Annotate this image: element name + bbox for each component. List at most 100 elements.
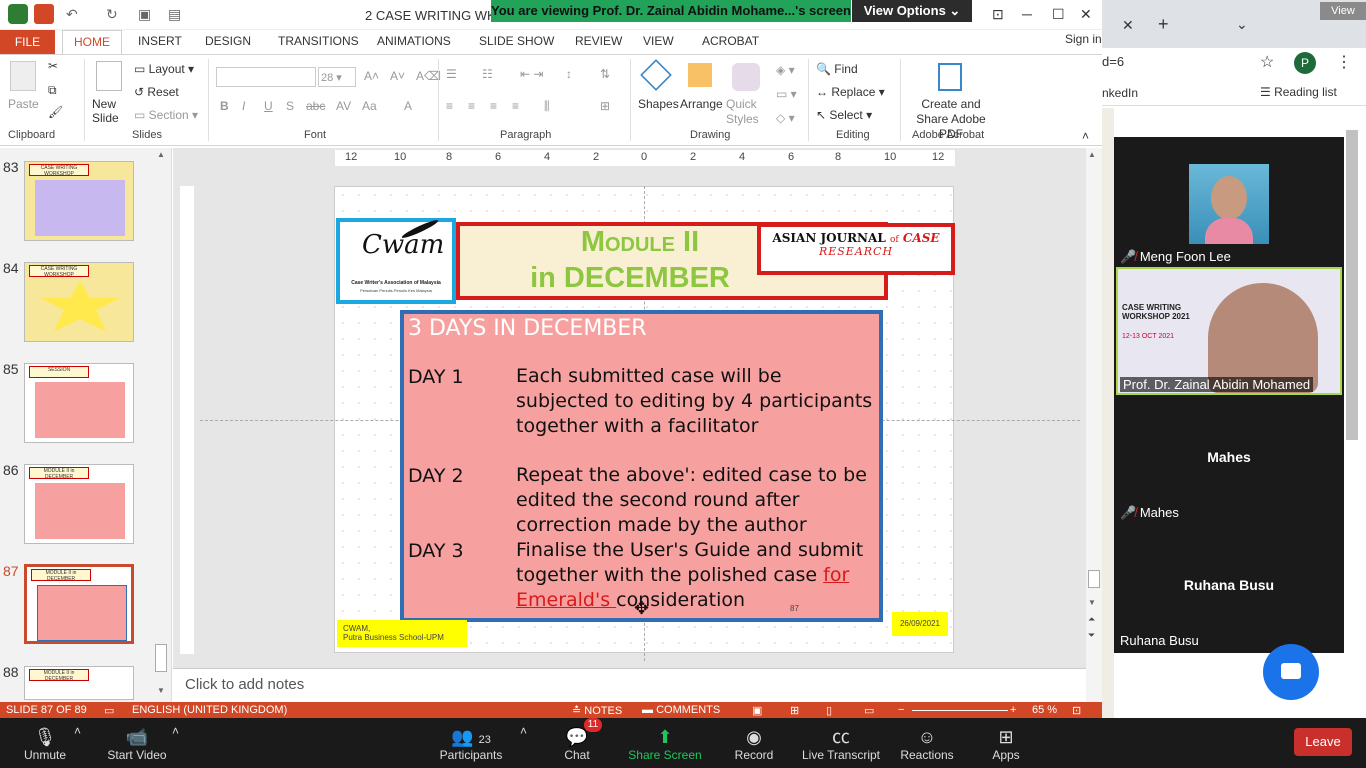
scroll-up-icon[interactable]: ▲ <box>155 150 167 162</box>
minimize-icon[interactable]: ─ <box>1022 6 1032 22</box>
menu-icon[interactable]: ⋮ <box>1336 52 1352 72</box>
language-status[interactable]: ENGLISH (UNITED KINGDOM) <box>132 704 287 716</box>
close-icon[interactable]: ✕ <box>1080 6 1092 23</box>
replace-button[interactable]: ↔ Replace ▾ <box>816 85 885 99</box>
shield-app-icon[interactable] <box>8 4 28 24</box>
scroll-down-icon[interactable]: ▼ <box>155 686 167 698</box>
find-button[interactable]: 🔍 Find <box>816 62 858 76</box>
tab-design[interactable]: DESIGN <box>205 34 251 48</box>
numbering-icon[interactable]: ☷ <box>482 67 493 81</box>
reading-list-button[interactable]: ☰ Reading list <box>1260 85 1337 99</box>
grow-font-icon[interactable]: A˄ <box>364 69 379 83</box>
address-bar[interactable]: d=6 ☆ P ⋮ <box>1102 48 1366 78</box>
bullets-icon[interactable]: ☰ <box>446 67 457 81</box>
shape-fill-icon[interactable]: ◈ ▾ <box>776 63 795 77</box>
scroll-down-icon[interactable]: ▼ <box>1088 598 1096 607</box>
chat-bubble-button[interactable] <box>1263 644 1319 700</box>
tab-insert[interactable]: INSERT <box>138 34 182 48</box>
sign-in-link[interactable]: Sign in <box>1065 32 1102 46</box>
shrink-font-icon[interactable]: A˅ <box>390 69 405 83</box>
tab-view[interactable]: VIEW <box>643 34 674 48</box>
reactions-button[interactable]: ☺ Reactions <box>882 726 972 762</box>
close-tab-icon[interactable]: ✕ <box>1122 17 1134 34</box>
arrange-button[interactable]: Arrange <box>680 97 723 111</box>
customize-icon[interactable]: ▤ <box>168 6 181 23</box>
reset-button[interactable]: ↺ Reset <box>134 85 179 99</box>
change-case-icon[interactable]: Aa <box>362 99 377 113</box>
strikethrough-icon[interactable]: abc <box>306 99 325 113</box>
shapes-button[interactable]: Shapes <box>638 97 679 111</box>
slide-sorter-icon[interactable]: ⊞ <box>790 704 799 717</box>
tab-slide-show[interactable]: SLIDE SHOW <box>479 34 554 48</box>
cut-icon[interactable]: ✂ <box>48 59 58 73</box>
indent-icon[interactable]: ⇤ ⇥ <box>520 67 543 81</box>
slide-thumbnail-87[interactable]: MODULE II in DECEMBER <box>24 564 134 644</box>
new-slide-button[interactable]: New Slide <box>92 97 132 125</box>
format-painter-icon[interactable]: 🖌 <box>48 105 63 119</box>
tab-review[interactable]: REVIEW <box>575 34 622 48</box>
shape-outline-icon[interactable]: ▭ ▾ <box>776 87 797 101</box>
tab-acrobat[interactable]: ACROBAT <box>702 34 759 48</box>
record-button[interactable]: ◉ Record <box>709 726 799 762</box>
slide-thumbnail-88[interactable]: MODULE II in DECEMBER <box>24 666 134 700</box>
scroll-thumb[interactable] <box>155 644 167 672</box>
new-slide-icon[interactable] <box>96 61 122 91</box>
scroll-up-icon[interactable]: ▲ <box>1088 150 1096 159</box>
zoom-slider[interactable] <box>912 710 1008 711</box>
justify-icon[interactable]: ≡ <box>512 99 519 113</box>
ribbon-display-icon[interactable]: ⊡ <box>992 6 1004 23</box>
bookmark-star-icon[interactable]: ☆ <box>1260 52 1274 72</box>
audio-options-icon[interactable]: ˄ <box>74 724 81 738</box>
participants-button[interactable]: 👥 23 Participants <box>426 726 516 762</box>
slide-thumbnail-86[interactable]: MODULE II in DECEMBER <box>24 464 134 544</box>
canvas-scrollbar[interactable]: ▲ ▼ ⏶ ⏷ <box>1086 148 1102 702</box>
present-icon[interactable]: ▣ <box>138 6 151 23</box>
scroll-thumb[interactable] <box>1088 570 1100 588</box>
fit-slide-icon[interactable]: ⊡ <box>1072 704 1081 717</box>
new-tab-icon[interactable]: + <box>1158 14 1169 35</box>
line-spacing-icon[interactable]: ↕ <box>566 67 572 81</box>
bold-icon[interactable]: B <box>220 99 229 113</box>
cwam-logo-box[interactable]: Cwam Case Writer's Association of Malays… <box>336 217 456 304</box>
arrange-icon[interactable] <box>688 63 712 87</box>
slide-thumbnail-85[interactable]: SESSION <box>24 363 134 443</box>
apps-button[interactable]: ⊞ Apps <box>961 726 1051 762</box>
active-speaker-video[interactable]: CASE WRITING WORKSHOP 2021 12-13 OCT 202… <box>1116 267 1342 395</box>
spelling-icon[interactable]: ▭ <box>104 704 114 717</box>
text-direction-icon[interactable]: ⇅ <box>600 67 610 81</box>
slideshow-view-icon[interactable]: ▭ <box>864 704 874 717</box>
copy-icon[interactable]: ⧉ <box>48 83 57 98</box>
shapes-icon[interactable] <box>640 59 672 91</box>
chat-button[interactable]: 💬 Chat <box>532 726 622 762</box>
paste-button[interactable]: Paste <box>8 97 39 111</box>
tab-transitions[interactable]: TRANSITIONS <box>278 34 359 48</box>
char-spacing-icon[interactable]: AV <box>336 99 351 113</box>
thumbnail-scrollbar[interactable]: ▲ ▼ <box>155 150 167 698</box>
font-size-box[interactable]: 28 ▾ <box>318 67 356 87</box>
redo-icon[interactable]: ↻ <box>106 6 118 23</box>
profile-avatar[interactable]: P <box>1294 52 1316 74</box>
italic-icon[interactable]: I <box>242 99 245 113</box>
align-right-icon[interactable]: ≡ <box>490 99 497 113</box>
maximize-icon[interactable]: ☐ <box>1052 6 1065 23</box>
page-scrollbar[interactable] <box>1346 130 1358 440</box>
zoom-level[interactable]: 65 % <box>1032 704 1057 716</box>
align-left-icon[interactable]: ≡ <box>446 99 453 113</box>
quick-styles-icon[interactable] <box>732 63 760 91</box>
columns-icon[interactable]: ⫼ <box>544 99 550 114</box>
smartart-icon[interactable]: ⊞ <box>600 99 610 113</box>
slide-thumbnail-83[interactable]: CASE WRITING WORKSHOP <box>24 161 134 241</box>
layout-button[interactable]: ▭ Layout ▾ <box>134 62 194 76</box>
tab-search-icon[interactable]: ⌄ <box>1236 16 1248 33</box>
align-center-icon[interactable]: ≡ <box>468 99 475 113</box>
select-button[interactable]: ↖ Select ▾ <box>816 108 872 122</box>
ajcr-logo-box[interactable]: ASIAN JOURNAL of CASE RESEARCH <box>757 223 955 275</box>
view-options-button[interactable]: View Options ⌄ <box>852 0 972 22</box>
create-pdf-icon[interactable] <box>938 63 962 91</box>
section-button[interactable]: ▭ Section ▾ <box>134 108 198 122</box>
normal-view-icon[interactable]: ▣ <box>752 704 762 717</box>
participants-options-icon[interactable]: ˄ <box>520 724 527 738</box>
leave-button[interactable]: Leave <box>1294 728 1352 756</box>
zoom-view-button[interactable]: View <box>1320 2 1366 20</box>
font-family-box[interactable] <box>216 67 316 87</box>
